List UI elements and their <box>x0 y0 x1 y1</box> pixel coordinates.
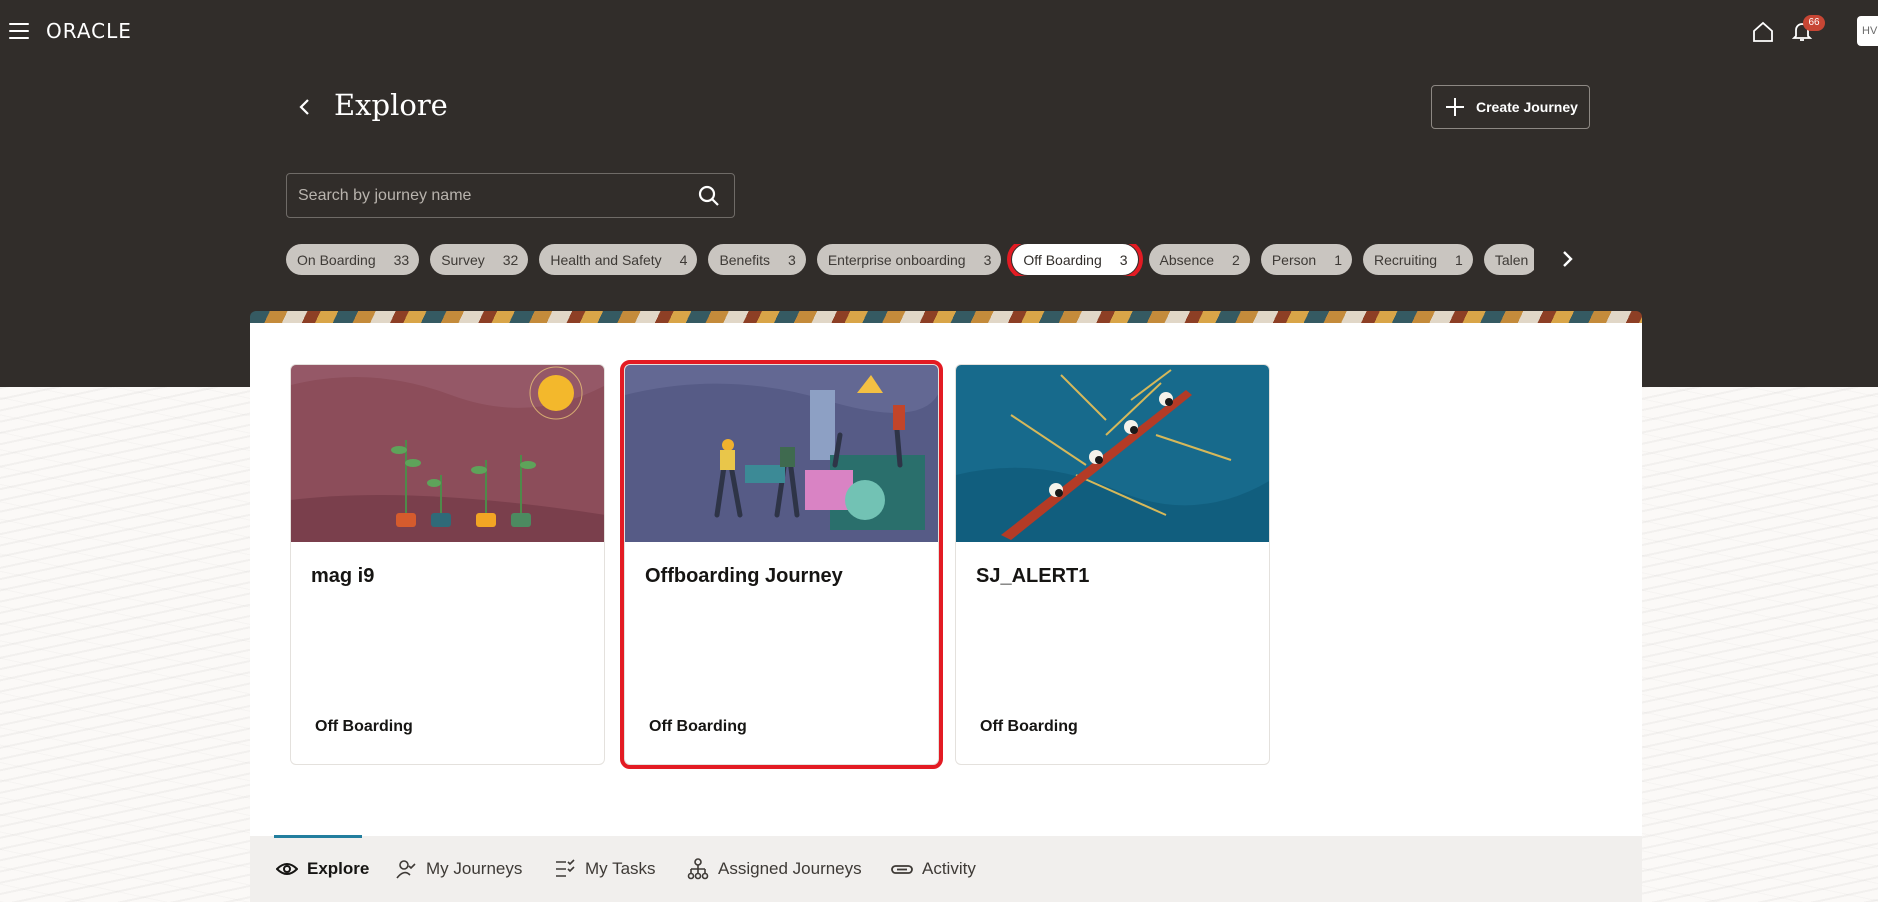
chip-label: Absence <box>1159 251 1215 268</box>
journey-card-offboarding-journey[interactable]: Offboarding Journey Off Boarding <box>620 360 943 769</box>
chip-off-boarding[interactable]: Off Boarding 3 <box>1007 244 1143 276</box>
card-category: Off Boarding <box>315 718 413 735</box>
chip-health-and-safety[interactable]: Health and Safety 4 <box>539 244 698 275</box>
chip-count: 4 <box>679 251 688 268</box>
chip-label: Survey <box>441 251 485 268</box>
checklist-icon <box>556 859 575 877</box>
journey-card-mag-i9[interactable]: mag i9 Off Boarding <box>290 364 605 765</box>
chip-count: 2 <box>1232 251 1240 268</box>
notification-badge: 66 <box>1803 15 1825 31</box>
chip-label: Off Boarding <box>1023 251 1102 268</box>
eye-icon <box>276 863 298 875</box>
chip-count: 33 <box>393 251 410 268</box>
chip-count: 3 <box>1119 251 1128 268</box>
chip-recruiting[interactable]: Recruiting 1 <box>1362 244 1473 275</box>
rowing-illustration <box>956 365 1269 542</box>
chip-count: 3 <box>983 251 992 268</box>
chip-talent-partial[interactable]: Talen <box>1483 244 1534 275</box>
category-filter-chips: On Boarding 33 Survey 32 Health and Safety… <box>286 244 1534 276</box>
tab-my-journeys[interactable]: My Journeys <box>395 836 522 902</box>
chip-label: Benefits <box>719 251 771 268</box>
tab-explore[interactable]: Explore <box>276 836 369 902</box>
chip-label: Health and Safety <box>550 251 662 268</box>
chip-label: On Boarding <box>297 251 376 268</box>
chip-benefits[interactable]: Benefits 3 <box>708 244 806 275</box>
decorative-banner-strip <box>250 311 1642 323</box>
chip-count: 32 <box>502 251 519 268</box>
chip-on-boarding[interactable]: On Boarding 33 <box>286 244 420 275</box>
chip-count: 1 <box>1455 251 1463 268</box>
create-journey-button[interactable]: Create Journey <box>1431 85 1590 129</box>
tab-label: Assigned Journeys <box>718 859 862 878</box>
plants-illustration <box>291 365 604 542</box>
link-icon <box>891 865 913 874</box>
chip-count: 1 <box>1334 251 1342 268</box>
chip-count: 3 <box>788 251 796 268</box>
tab-label: Explore <box>307 859 370 878</box>
chip-label: Talen <box>1494 251 1529 268</box>
chip-label: Person <box>1271 251 1317 268</box>
card-category: Off Boarding <box>980 718 1078 735</box>
journey-card-sj-alert1[interactable]: SJ_ALERT1 Off Boarding <box>955 364 1270 765</box>
card-title: mag i9 <box>311 565 375 587</box>
back-chevron-icon[interactable] <box>295 97 315 117</box>
person-check-icon <box>396 860 416 879</box>
hamburger-menu-icon[interactable] <box>9 23 29 39</box>
tab-label: Activity <box>922 859 976 878</box>
tab-label: My Tasks <box>585 859 656 878</box>
chip-label: Enterprise onboarding <box>827 251 966 268</box>
tab-assigned-journeys[interactable]: Assigned Journeys <box>687 836 862 902</box>
chip-person[interactable]: Person 1 <box>1260 244 1352 275</box>
card-title: Offboarding Journey <box>645 565 843 587</box>
chip-survey[interactable]: Survey 32 <box>430 244 529 275</box>
tab-my-tasks[interactable]: My Tasks <box>554 836 656 902</box>
page-title: Explore <box>334 88 448 122</box>
team-illustration <box>625 365 938 542</box>
hierarchy-icon <box>687 858 709 880</box>
create-journey-label: Create Journey <box>1476 99 1578 115</box>
plus-icon <box>1446 98 1464 116</box>
avatar[interactable]: HV <box>1857 16 1878 46</box>
home-icon[interactable] <box>1751 20 1775 44</box>
card-category: Off Boarding <box>649 718 747 735</box>
chip-absence[interactable]: Absence 2 <box>1148 244 1250 275</box>
tab-label: My Journeys <box>426 859 523 878</box>
oracle-logo: ORACLE <box>46 19 132 43</box>
chevron-right-icon[interactable] <box>1557 249 1577 269</box>
chip-enterprise-onboarding[interactable]: Enterprise onboarding 3 <box>816 244 1002 275</box>
card-title: SJ_ALERT1 <box>976 565 1090 587</box>
chip-label: Recruiting <box>1373 251 1438 268</box>
search-box <box>286 173 735 218</box>
search-input[interactable] <box>287 174 687 217</box>
tab-activity[interactable]: Activity <box>891 836 976 902</box>
search-icon[interactable] <box>698 185 720 207</box>
